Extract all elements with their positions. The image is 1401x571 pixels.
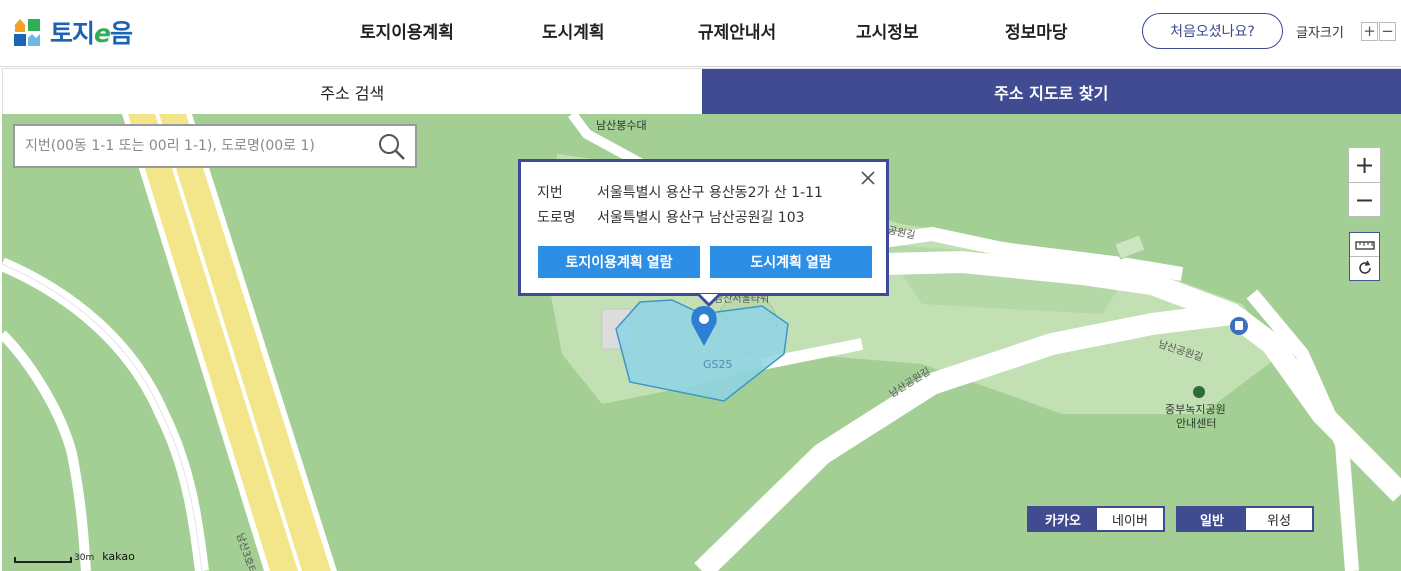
close-icon[interactable]	[858, 168, 878, 188]
map-tools	[1349, 232, 1380, 281]
logo-text-a: 토지	[50, 19, 95, 48]
nav-info-yard[interactable]: 정보마당	[1005, 18, 1068, 43]
font-size-decrease-button[interactable]: −	[1379, 22, 1396, 41]
scale-text: 30m	[74, 553, 95, 563]
kakao-logo: kakao	[102, 550, 135, 563]
nav-notice-info[interactable]: 고시정보	[856, 18, 919, 43]
maptype-satellite-button[interactable]: 위성	[1246, 508, 1312, 530]
map-canvas[interactable]: 남산봉수대 GS25 중부녹지공원 안내센터 남산공원길 남산공원길 공원길 남…	[2, 114, 1401, 571]
label-gs25: GS25	[703, 358, 733, 371]
tab-map-search-label: 주소 지도로 찾기	[994, 84, 1109, 103]
site-logo[interactable]: 토지e음	[12, 14, 133, 50]
maptype-normal-button[interactable]: 일반	[1178, 508, 1246, 530]
label-namsan-beacon: 남산봉수대	[596, 119, 647, 132]
nav-city-plan[interactable]: 도시계획	[542, 18, 605, 43]
road-address-row: 도로명 서울특별시 용산구 남산공원길 103	[537, 207, 805, 227]
zoom-out-button[interactable]: −	[1349, 182, 1380, 216]
font-size-increase-button[interactable]: +	[1361, 22, 1378, 41]
parcel-info-popup: 지번 서울특별시 용산구 용산동2가 산 1-11 도로명 서울특별시 용산구 남산…	[518, 159, 889, 307]
zoom-in-button[interactable]: +	[1349, 148, 1380, 182]
label-info-center-2: 안내센터	[1176, 417, 1217, 430]
address-search-input[interactable]	[15, 126, 365, 166]
road-address-value: 서울특별시 용산구 남산공원길 103	[597, 210, 805, 226]
logo-text-e: e	[94, 19, 111, 48]
zoom-control: + −	[1348, 147, 1381, 217]
provider-naver-button[interactable]: 네이버	[1097, 508, 1163, 530]
view-city-plan-button[interactable]: 도시계획 열람	[710, 246, 872, 278]
map-type-toggle: 일반 위성	[1176, 506, 1314, 532]
map-provider-toggle: 카카오 네이버	[1027, 506, 1165, 532]
font-size-label: 글자크기	[1296, 26, 1344, 41]
logo-text: 토지e음	[50, 14, 133, 50]
address-search-box	[13, 124, 417, 168]
scale-bar	[14, 557, 72, 563]
provider-kakao-button[interactable]: 카카오	[1029, 508, 1097, 530]
road-address-label: 도로명	[537, 210, 576, 226]
first-visit-button[interactable]: 처음오셨나요?	[1142, 13, 1283, 49]
search-tabs: 주소 검색 주소 지도로 찾기	[2, 68, 1401, 124]
view-land-use-plan-button[interactable]: 토지이용계획 열람	[538, 246, 700, 278]
jibun-value: 서울특별시 용산구 용산동2가 산 1-11	[597, 185, 823, 201]
refresh-icon[interactable]	[1350, 256, 1379, 279]
tab-map-search[interactable]: 주소 지도로 찾기	[701, 69, 1401, 124]
jibun-label: 지번	[537, 185, 563, 201]
logo-mark-icon	[12, 16, 42, 48]
nav-land-use-plan[interactable]: 토지이용계획	[360, 18, 454, 43]
search-icon[interactable]	[377, 132, 407, 162]
ruler-icon[interactable]	[1350, 233, 1379, 256]
jibun-row: 지번 서울특별시 용산구 용산동2가 산 1-11	[537, 182, 823, 202]
nav-regulation-guide[interactable]: 규제안내서	[698, 18, 776, 43]
tab-address-search[interactable]: 주소 검색	[2, 69, 702, 115]
map-scale: 30m kakao	[14, 550, 135, 563]
tab-address-search-label: 주소 검색	[320, 83, 385, 103]
logo-text-c: 음	[109, 19, 133, 48]
popup-tail-inner	[700, 294, 718, 303]
site-header: 토지e음 토지이용계획 도시계획 규제안내서 고시정보 정보마당 처음오셨나요?…	[0, 0, 1401, 67]
